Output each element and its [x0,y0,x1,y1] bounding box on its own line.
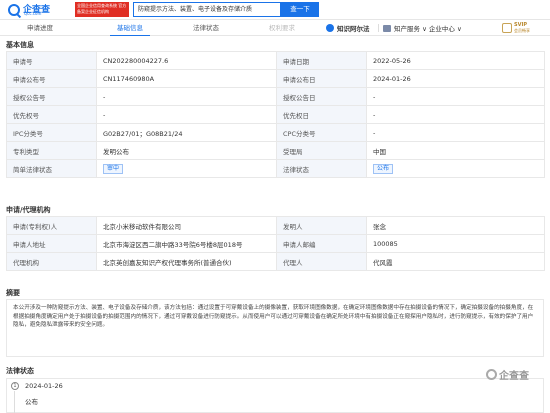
table-row: 优先权号 - 优先权日 - [6,105,545,124]
tab-basic-info[interactable]: 基础信息 [110,20,150,36]
magnifier-watermark-icon [486,369,497,380]
applicant-address: 北京市海淀区西二旗中路33号院6号楼8层018号 [96,234,277,253]
abstract-text: 本公开涉及一种防窥提示方法、装置、电子设备及存储介质，该方法包括：通过设置于可穿… [6,299,544,357]
field-label: 优先权日 [276,105,367,124]
detail-tabs: 申请进度 基础信息 法律状态 权利要求 知识阿尔法 知产服务 ∨ 企业中心 ∨ … [0,20,550,36]
field-label: 代理人 [276,252,367,271]
alpha-icon [326,24,334,32]
field-label: 优先权号 [6,105,97,124]
field-label: 受理局 [276,141,367,160]
agent-name: 代风霞 [366,252,545,271]
svip-badge[interactable]: SVIP 会员畅享 [502,22,538,34]
field-label: 申请人地址 [6,234,97,253]
zhishi-alpha-link[interactable]: 知识阿尔法 [326,23,370,33]
grant-number: - [96,87,277,106]
tab-claims[interactable]: 权利要求 [262,20,302,36]
svip-icon [502,23,512,33]
table-row: 简单法律状态 审中 法律状态 公布 [6,159,545,178]
table-row: 代理机构 北京英创嘉友知识产权代理事务所(普通合伙) 代理人 代风霞 [6,252,545,271]
timeline-line [14,391,15,413]
basic-info-table: 申请号 CN202280004227.6 申请日期 2022-05-26 申请公… [6,51,545,178]
field-label: 法律状态 [276,159,367,178]
main-card: 基本信息 申请号 CN202280004227.6 申请日期 2022-05-2… [0,36,550,413]
table-row: 申请号 CN202280004227.6 申请日期 2022-05-26 [6,51,545,70]
agent-table: 申请(专利权)人 北京小米移动软件有限公司 发明人 张念 申请人地址 北京市海淀… [6,216,545,271]
simple-legal-status-badge: 审中 [103,163,124,174]
agency-link[interactable]: 北京英创嘉友知识产权代理事务所(普通合伙) [96,252,277,271]
application-date: 2022-05-26 [366,51,545,70]
publication-number: CN117460980A [96,69,277,88]
agent-title: 申请/代理机构 [6,206,51,214]
logo-domain: Qcc.com [24,11,42,16]
basic-info-title: 基本信息 [6,41,34,49]
abstract-title: 摘要 [6,289,20,297]
publication-date: 2024-01-26 [366,69,545,88]
field-label: 申请(专利权)人 [6,216,97,235]
field-label: IPC分类号 [6,123,97,142]
top-bar: 企查查 Qcc.com 全国企业信用查询系统 官方备案企业征信机构 防窥提示方法… [0,0,550,20]
table-row: 授权公告号 - 授权公告日 - [6,87,545,106]
field-label: 申请日期 [276,51,367,70]
table-row: 申请公布号 CN117460980A 申请公布日 2024-01-26 [6,69,545,88]
field-label: 申请公布日 [276,69,367,88]
tab-legal-status[interactable]: 法律状态 [186,20,226,36]
application-number: CN202280004227.6 [96,51,277,70]
svip-subtitle: 会员畅享 [514,28,530,33]
field-label: 授权公告号 [6,87,97,106]
inventor: 张念 [366,216,545,235]
field-label: 发明人 [276,216,367,235]
qcc-watermark: 企查查 [486,367,529,382]
service-icon [383,24,391,32]
magnifier-logo-icon [8,4,20,16]
table-row: 申请人地址 北京市海淀区西二旗中路33号院6号楼8层018号 申请人邮编 100… [6,234,545,253]
field-label: 申请公布号 [6,69,97,88]
applicant-link[interactable]: 北京小米移动软件有限公司 [96,216,277,235]
priority-number: - [96,105,277,124]
field-label: 授权公告日 [276,87,367,106]
timeline-date: 2024-01-26 [25,382,63,390]
timeline-status: 公布 [25,398,38,406]
watermark-text: 企查查 [499,371,529,382]
priority-date: - [366,105,545,124]
ipc-class: G02B27/01；G08B21/24 [96,123,277,142]
service-menus-label: 知产服务 ∨ 企业中心 ∨ [394,25,462,33]
field-label: 专利类型 [6,141,97,160]
field-label: 申请人邮编 [276,234,367,253]
grant-date: - [366,87,545,106]
search-button[interactable]: 查一下 [281,2,319,17]
field-label: CPC分类号 [276,123,367,142]
cpc-class: - [366,123,545,142]
table-row: 专利类型 发明公布 受理局 中国 [6,141,545,160]
receiving-office: 中国 [366,141,545,160]
table-row: 申请(专利权)人 北京小米移动软件有限公司 发明人 张念 [6,216,545,235]
field-label: 简单法律状态 [6,159,97,178]
legal-status-badge: 公布 [373,163,394,174]
legal-timeline: 1 2024-01-26 公布 [6,378,544,413]
field-label: 申请号 [6,51,97,70]
service-menus[interactable]: 知产服务 ∨ 企业中心 ∨ [383,23,462,33]
divider [378,24,379,32]
legal-status-title: 法律状态 [6,367,34,375]
search-input[interactable]: 防窥提示方法、装置、电子设备及存储介质 [133,2,281,17]
timeline-index: 1 [11,382,19,390]
applicant-postcode: 100085 [366,234,545,253]
official-badge: 全国企业信用查询系统 官方备案企业征信机构 [75,2,129,17]
patent-type-link[interactable]: 发明公布 [96,141,277,160]
zhishi-alpha-label: 知识阿尔法 [337,25,370,33]
table-row: IPC分类号 G02B27/01；G08B21/24 CPC分类号 - [6,123,545,142]
tab-application-progress[interactable]: 申请进度 [20,20,60,36]
field-label: 代理机构 [6,252,97,271]
